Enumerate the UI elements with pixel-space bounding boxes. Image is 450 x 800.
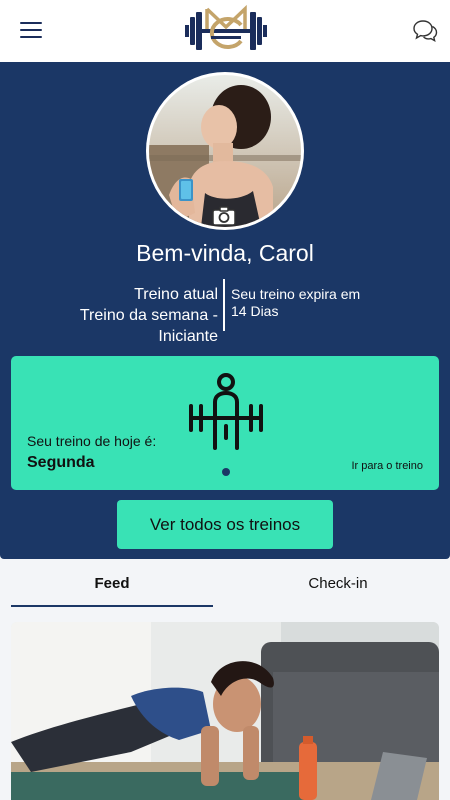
plan-name: Treino da semana - bbox=[79, 307, 218, 324]
menu-icon[interactable] bbox=[20, 22, 42, 40]
expiry-days: 14 Dias bbox=[231, 303, 279, 319]
plan-level: Iniciante bbox=[158, 328, 218, 345]
all-workouts-button[interactable]: Ver todos os treinos bbox=[117, 500, 333, 549]
profile-photo bbox=[149, 75, 301, 227]
tab-feed[interactable]: Feed bbox=[11, 565, 213, 607]
camera-icon[interactable] bbox=[212, 206, 236, 226]
plan-divider bbox=[223, 279, 225, 331]
plan-label: Treino atual bbox=[134, 286, 218, 303]
app-bar bbox=[0, 0, 450, 62]
feed-post-image[interactable] bbox=[11, 622, 439, 800]
weightlifter-icon bbox=[189, 373, 263, 450]
chat-bubbles-icon[interactable] bbox=[412, 18, 438, 44]
profile-panel: Bem-vinda, Carol Treino atual Treino da … bbox=[0, 62, 450, 559]
current-plan: Treino atual Treino da semana - Iniciant… bbox=[48, 284, 218, 347]
expiry-label: Seu treino expira em bbox=[231, 286, 361, 302]
greeting-title: Bem-vinda, Carol bbox=[136, 240, 314, 266]
carousel-dot[interactable] bbox=[222, 468, 230, 476]
tab-checkin[interactable]: Check-in bbox=[237, 565, 439, 607]
tab-bar: Feed Check-in bbox=[0, 565, 450, 607]
today-label: Seu treino de hoje é: bbox=[27, 433, 157, 449]
plan-expiry: Seu treino expira em 14 Dias bbox=[231, 286, 391, 320]
today-day: Segunda bbox=[27, 454, 95, 471]
go-to-workout-link[interactable]: Ir para o treino bbox=[351, 460, 423, 472]
avatar[interactable] bbox=[146, 72, 304, 230]
dumbbell-logo bbox=[185, 4, 267, 50]
today-workout-card[interactable]: Seu treino de hoje é: Segunda Ir para o … bbox=[11, 356, 439, 490]
